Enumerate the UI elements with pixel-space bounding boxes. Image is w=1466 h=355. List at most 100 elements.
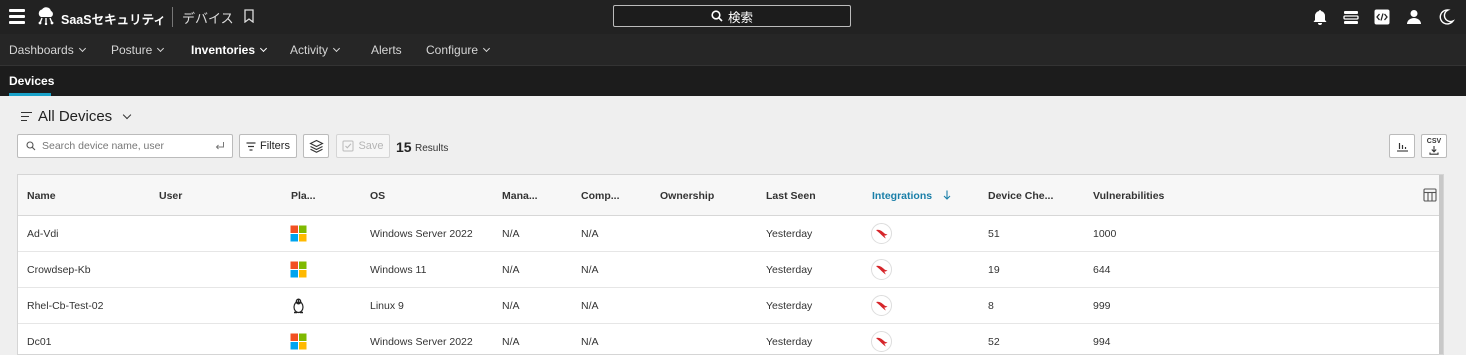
- windows-icon: [290, 225, 307, 242]
- nav-inventories-label: Inventories: [191, 43, 256, 57]
- save-button[interactable]: Save: [336, 134, 390, 158]
- cell-device-checks: 19: [988, 264, 1000, 276]
- nav-activity[interactable]: Activity: [290, 43, 341, 57]
- cell-os: Windows Server 2022: [370, 228, 473, 240]
- cell-last-seen: Yesterday: [766, 264, 813, 276]
- crowdstrike-icon[interactable]: [871, 259, 892, 280]
- bookmark-icon[interactable]: [243, 9, 255, 23]
- code-icon[interactable]: [1373, 8, 1391, 26]
- cell-name[interactable]: Ad-Vdi: [27, 228, 59, 240]
- cell-compliance: N/A: [581, 336, 599, 348]
- cell-os: Linux 9: [370, 300, 404, 312]
- cell-os: Windows 11: [370, 264, 427, 276]
- app-title: SaaSセキュリティ: [61, 13, 166, 27]
- csv-download-button[interactable]: CSV: [1421, 134, 1447, 158]
- column-header-integrations-label: Integrations: [872, 190, 933, 202]
- hamburger-menu-icon[interactable]: [9, 9, 25, 24]
- global-search-button[interactable]: 検索: [613, 5, 851, 27]
- user-icon[interactable]: [1405, 8, 1423, 26]
- cell-device-checks: 8: [988, 300, 994, 312]
- column-settings-icon[interactable]: [1423, 188, 1437, 202]
- column-header-vulnerabilities[interactable]: Vulnerabilities: [1093, 190, 1164, 202]
- cell-vulnerabilities: 644: [1093, 264, 1111, 276]
- nav-posture-label: Posture: [111, 43, 153, 57]
- column-header-device-checks[interactable]: Device Che...: [988, 190, 1053, 202]
- nav-activity-label: Activity: [290, 43, 329, 57]
- cloud-logo-icon: [38, 7, 54, 25]
- table-row[interactable]: Rhel-Cb-Test-02 Linux 9 N/A N/A Yesterday 8 99…: [18, 288, 1443, 324]
- scrollbar[interactable]: [1439, 175, 1443, 354]
- cell-name[interactable]: Dc01: [27, 336, 52, 348]
- global-search-label: 検索: [727, 10, 753, 25]
- crowdstrike-icon[interactable]: [871, 331, 892, 352]
- view-title: All Devices: [38, 108, 113, 125]
- devices-table: Name User Pla... OS Mana... Comp... Owne…: [17, 174, 1444, 355]
- nav-alerts[interactable]: Alerts: [371, 43, 402, 57]
- column-header-ownership[interactable]: Ownership: [660, 190, 714, 202]
- title-divider: [172, 7, 173, 27]
- sort-arrow-down-icon: [943, 190, 951, 200]
- results-label: Results: [415, 143, 449, 154]
- windows-icon: [290, 261, 307, 278]
- download-icon: [1429, 145, 1439, 155]
- cell-managed: N/A: [502, 228, 520, 240]
- bell-icon[interactable]: [1311, 8, 1329, 26]
- bar-chart-icon: [1396, 143, 1408, 152]
- column-header-last-seen[interactable]: Last Seen: [766, 190, 816, 202]
- cell-last-seen: Yesterday: [766, 228, 813, 240]
- nav-configure-label: Configure: [426, 43, 479, 57]
- sub-nav: Devices: [0, 65, 1466, 96]
- device-search-box: [17, 134, 233, 158]
- cell-vulnerabilities: 999: [1093, 300, 1111, 312]
- crowdstrike-icon[interactable]: [871, 295, 892, 316]
- cell-name[interactable]: Crowdsep-Kb: [27, 264, 91, 276]
- results-count: 15: [396, 139, 412, 155]
- view-selector[interactable]: All Devices: [21, 108, 132, 125]
- nav-dashboards[interactable]: Dashboards: [9, 43, 86, 57]
- cell-name[interactable]: Rhel-Cb-Test-02: [27, 300, 103, 312]
- chevron-down-icon: [259, 44, 268, 52]
- save-icon: [342, 140, 354, 152]
- active-tab-indicator: [9, 93, 51, 96]
- table-header: Name User Pla... OS Mana... Comp... Owne…: [18, 175, 1443, 216]
- device-search-input[interactable]: [42, 140, 212, 152]
- column-header-os[interactable]: OS: [370, 190, 385, 202]
- table-row[interactable]: Crowdsep-Kb Windows 11 N/A N/A Yesterday 19 64…: [18, 252, 1443, 288]
- nav-posture[interactable]: Posture: [111, 43, 165, 57]
- column-header-platform[interactable]: Pla...: [291, 190, 316, 202]
- csv-label: CSV: [1426, 137, 1442, 145]
- top-bar: SaaSセキュリティ デバイス 検索: [0, 0, 1466, 34]
- enter-icon: [215, 142, 224, 150]
- chevron-down-icon: [78, 44, 86, 52]
- chevron-down-icon: [332, 44, 341, 52]
- nav-inventories[interactable]: Inventories: [191, 43, 268, 57]
- cell-compliance: N/A: [581, 264, 599, 276]
- moon-icon[interactable]: [1437, 8, 1455, 26]
- column-header-compliance[interactable]: Comp...: [581, 190, 620, 202]
- chart-button[interactable]: [1389, 134, 1415, 158]
- cell-compliance: N/A: [581, 228, 599, 240]
- cell-device-checks: 52: [988, 336, 1000, 348]
- nav-configure[interactable]: Configure: [426, 43, 491, 57]
- column-header-integrations[interactable]: Integrations: [872, 190, 951, 202]
- nav-dashboards-label: Dashboards: [9, 43, 74, 57]
- tab-devices[interactable]: Devices: [9, 74, 54, 88]
- list-filter-icon: [21, 112, 32, 121]
- crowdstrike-icon[interactable]: [871, 223, 892, 244]
- column-header-user[interactable]: User: [159, 190, 182, 202]
- main-nav: Dashboards Posture Inventories Activity …: [0, 34, 1466, 65]
- chevron-down-icon: [482, 44, 491, 52]
- column-header-name[interactable]: Name: [27, 190, 56, 202]
- cell-device-checks: 51: [988, 228, 1000, 240]
- cell-compliance: N/A: [581, 300, 599, 312]
- linux-icon: [290, 297, 307, 314]
- cell-vulnerabilities: 1000: [1093, 228, 1117, 240]
- column-header-managed[interactable]: Mana...: [502, 190, 538, 202]
- filters-button[interactable]: Filters: [239, 134, 297, 158]
- table-row[interactable]: Dc01 Windows Server 2022 N/A N/A Yesterday 52…: [18, 324, 1443, 354]
- layers-button[interactable]: [303, 134, 329, 158]
- table-row[interactable]: Ad-Vdi Windows Server 2022 N/A N/A Yesterday…: [18, 216, 1443, 252]
- save-label: Save: [358, 140, 384, 152]
- tasks-icon[interactable]: [1342, 8, 1360, 26]
- cell-vulnerabilities: 994: [1093, 336, 1111, 348]
